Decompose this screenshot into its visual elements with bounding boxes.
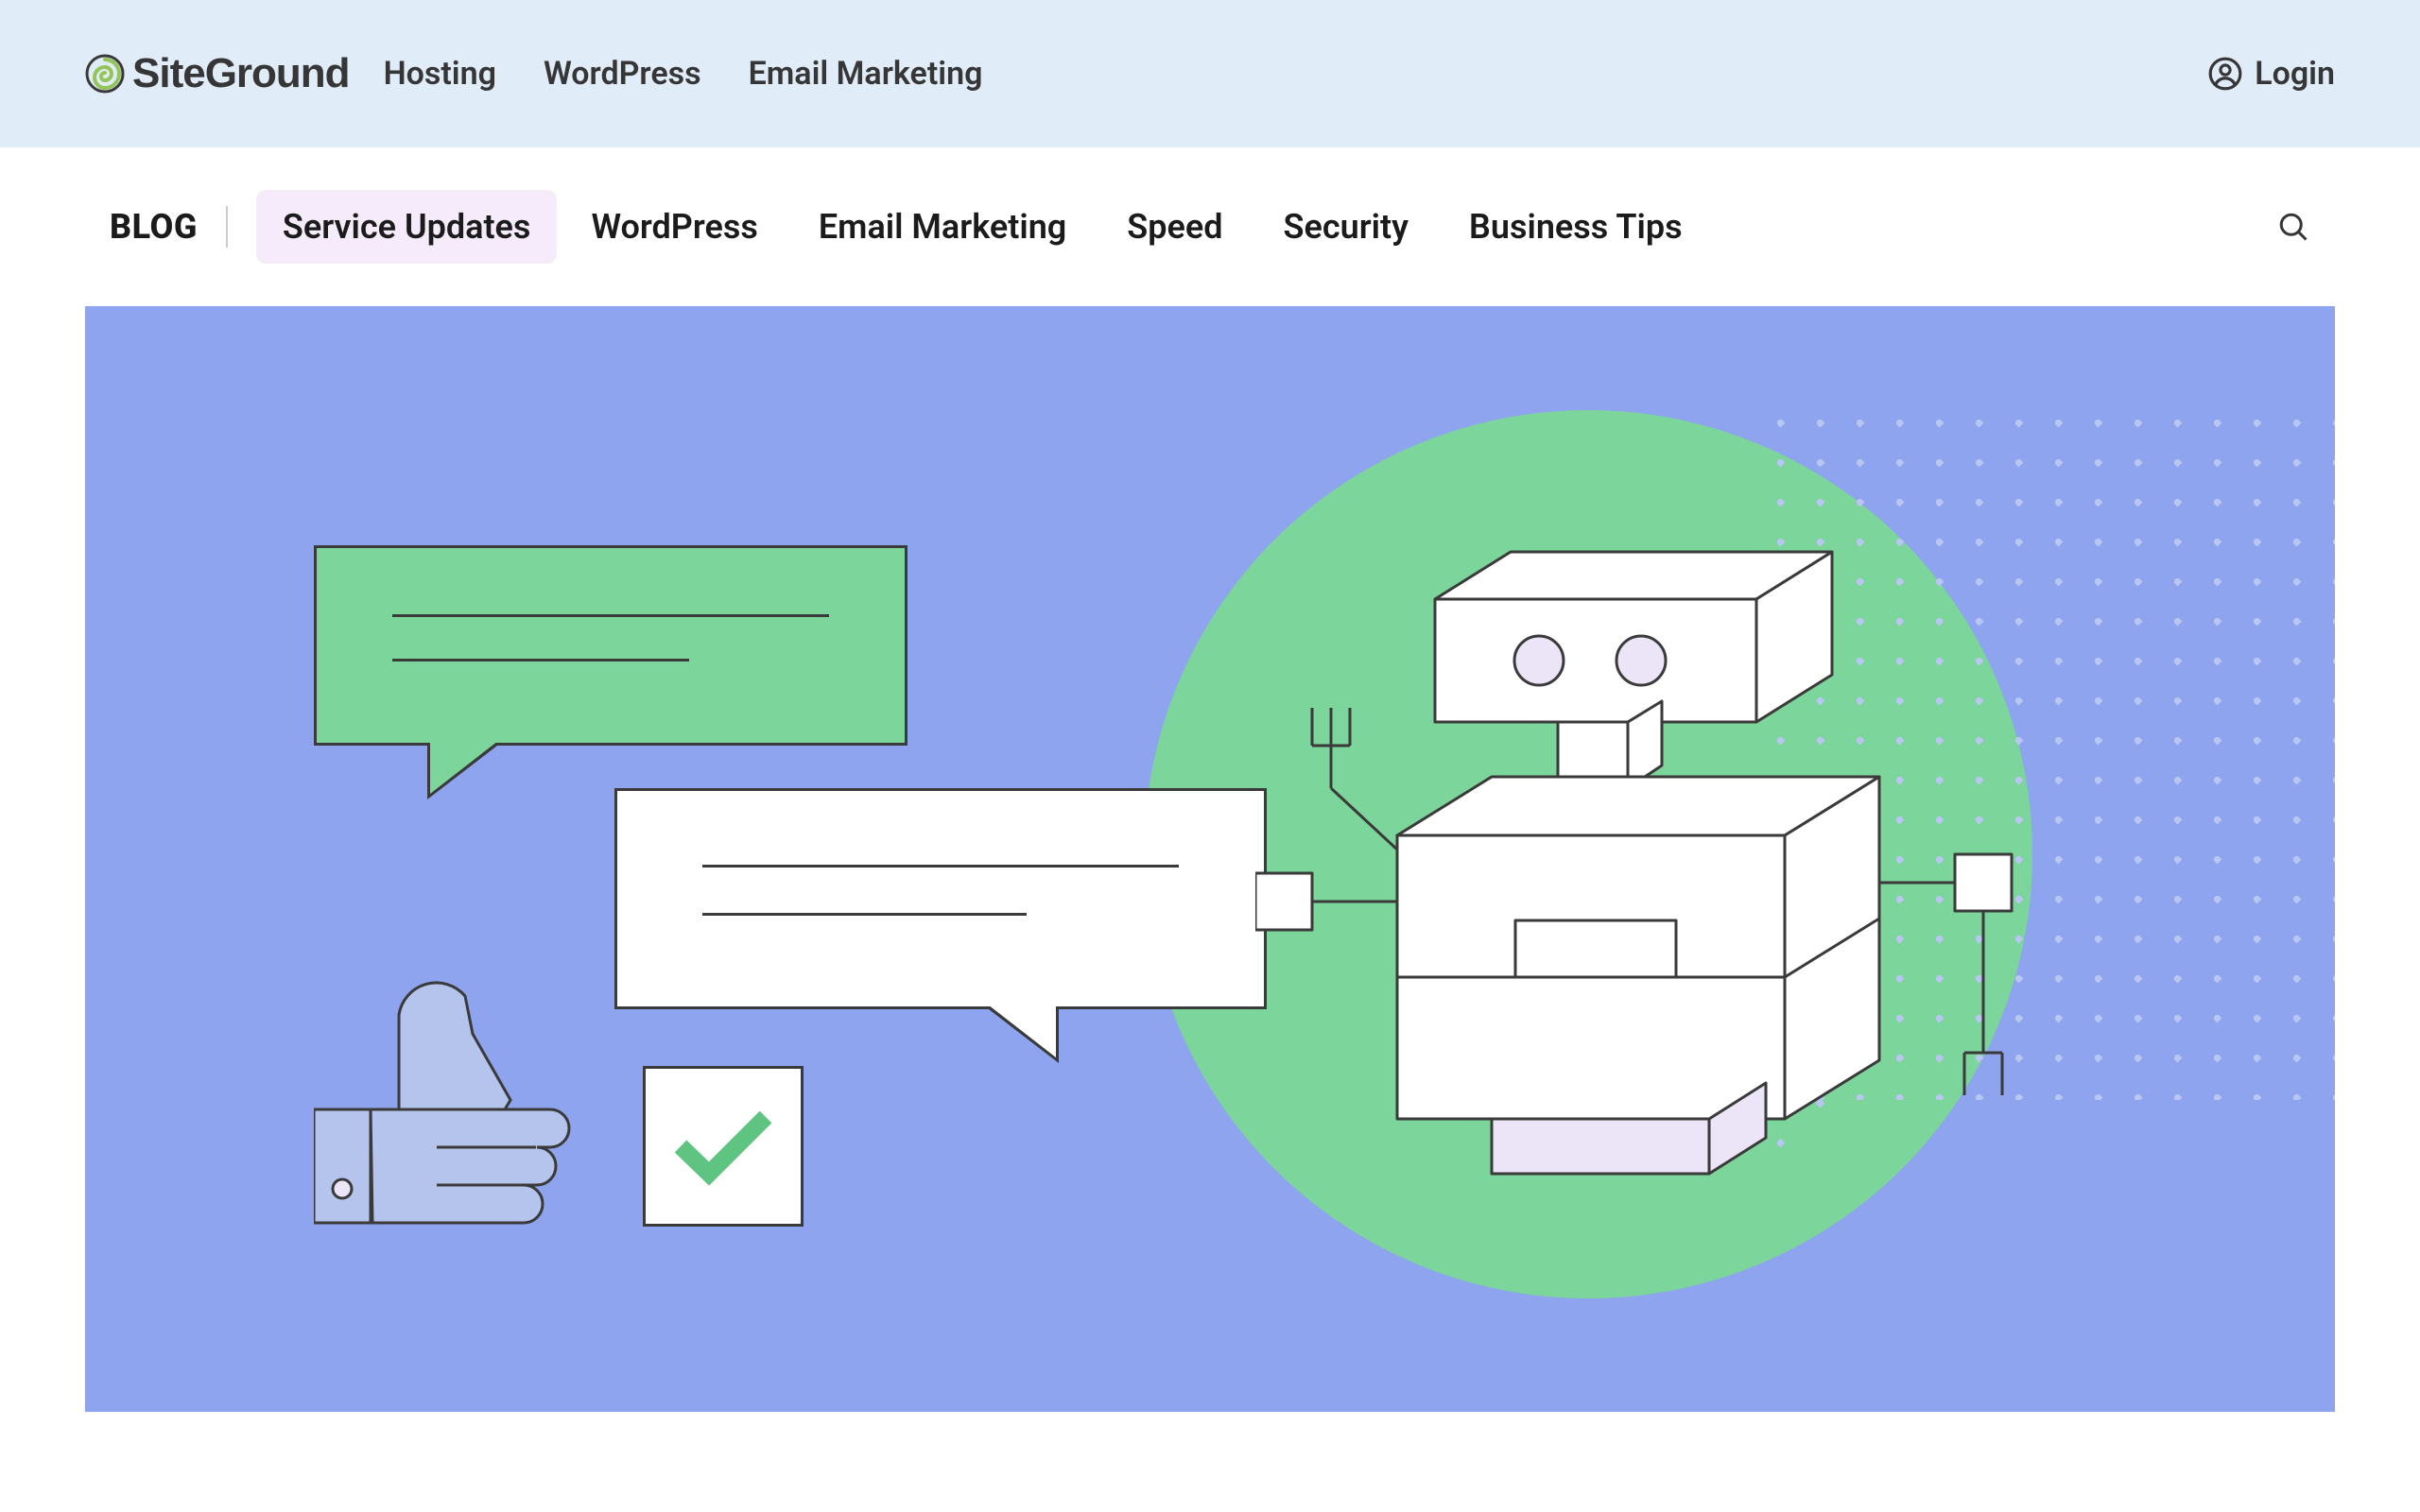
tab-email-marketing[interactable]: Email Marketing bbox=[792, 190, 1093, 264]
login-label: Login bbox=[2255, 55, 2335, 93]
chat-bubble-green bbox=[314, 545, 908, 746]
top-navigation-bar: SiteGround Hosting WordPress Email Marke… bbox=[0, 0, 2420, 147]
thumbs-up-icon bbox=[314, 958, 635, 1242]
chat-bubble-white bbox=[614, 788, 1267, 1009]
user-circle-icon bbox=[2207, 56, 2243, 92]
nav-item-hosting[interactable]: Hosting bbox=[384, 55, 496, 93]
nav-item-email-marketing[interactable]: Email Marketing bbox=[749, 55, 983, 93]
site-logo[interactable]: SiteGround bbox=[85, 50, 350, 97]
vertical-divider bbox=[226, 206, 228, 248]
login-link[interactable]: Login bbox=[2207, 55, 2335, 93]
primary-nav: Hosting WordPress Email Marketing bbox=[384, 55, 983, 93]
bubble-text-lines bbox=[392, 614, 829, 662]
logo-text: SiteGround bbox=[132, 50, 350, 97]
logo-mark-icon bbox=[85, 54, 125, 94]
tab-business-tips[interactable]: Business Tips bbox=[1443, 190, 1709, 264]
checkmark-icon bbox=[671, 1104, 775, 1189]
robot-illustration bbox=[1255, 476, 2031, 1251]
checkmark-box bbox=[643, 1066, 804, 1227]
blog-label: BLOG bbox=[110, 207, 198, 247]
tab-wordpress[interactable]: WordPress bbox=[564, 190, 784, 264]
blog-category-tabs: Service Updates WordPress Email Marketin… bbox=[256, 190, 1709, 264]
blog-subnav: BLOG Service Updates WordPress Email Mar… bbox=[0, 147, 2420, 306]
tab-security[interactable]: Security bbox=[1257, 190, 1436, 264]
tab-service-updates[interactable]: Service Updates bbox=[256, 190, 558, 264]
tab-speed[interactable]: Speed bbox=[1100, 190, 1249, 264]
nav-item-wordpress[interactable]: WordPress bbox=[544, 55, 701, 93]
hero-illustration bbox=[85, 306, 2335, 1412]
search-icon[interactable] bbox=[2276, 210, 2310, 244]
